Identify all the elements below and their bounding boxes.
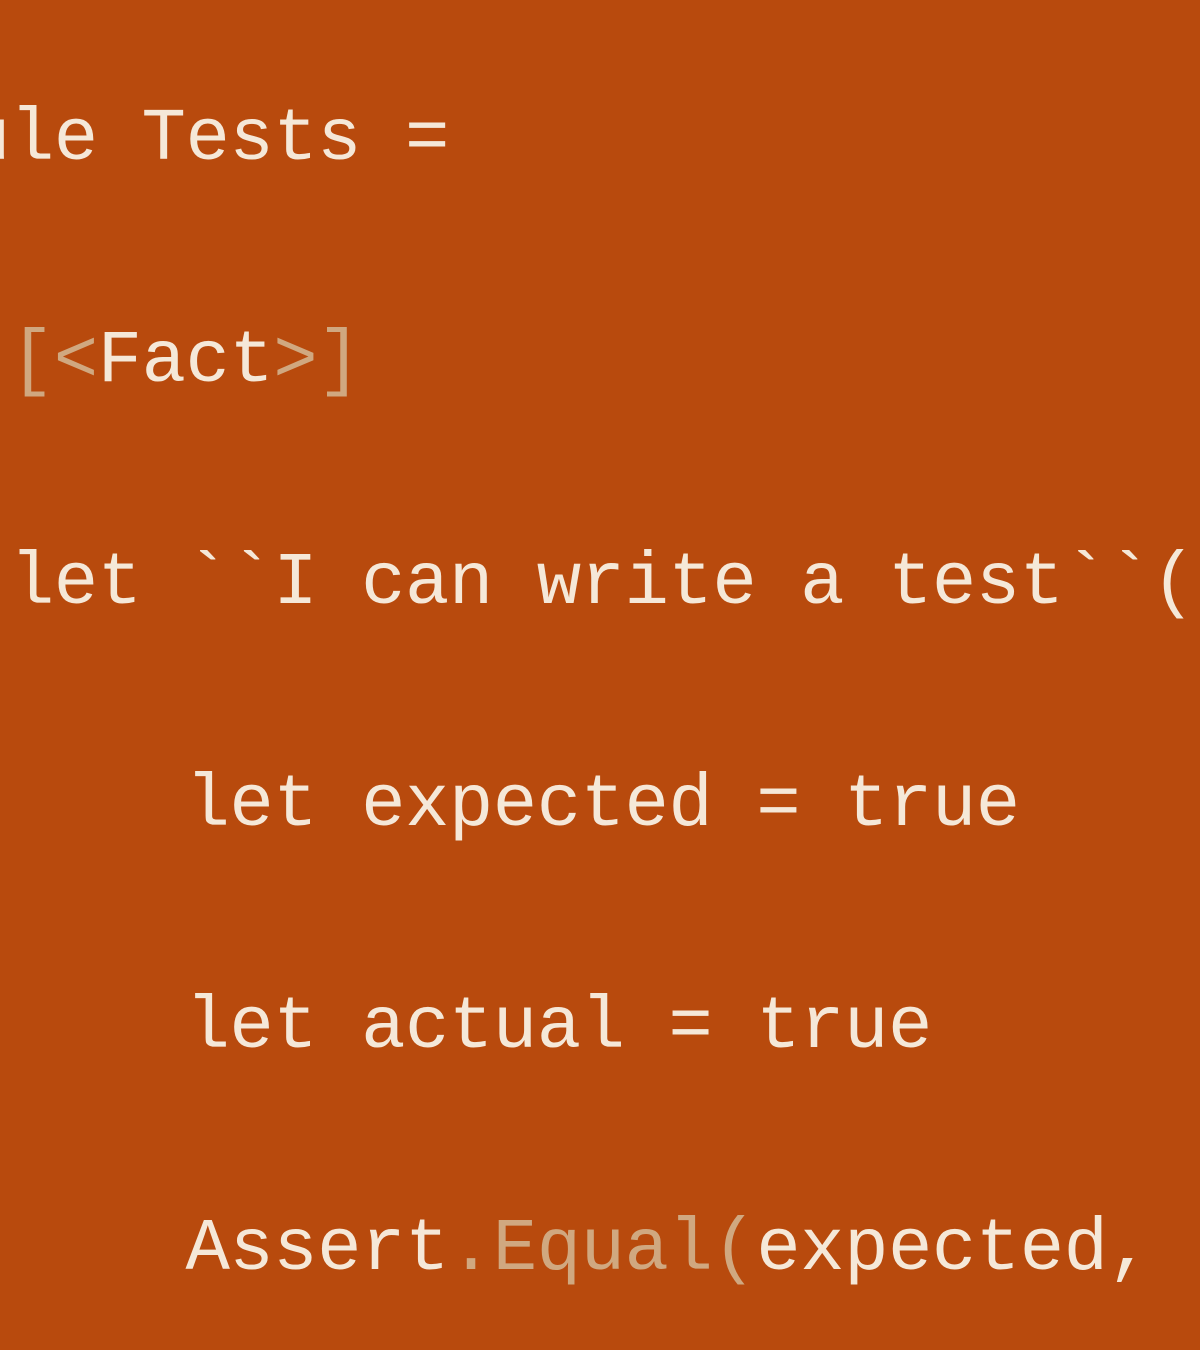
assert-args: expected, [756, 1208, 1151, 1292]
code-line-1: dule Tests = [0, 85, 1195, 196]
code-line-5: let actual = true [0, 973, 1195, 1084]
code-line-6: Assert.Equal(expected, [0, 1195, 1195, 1306]
let-actual: let actual = true [0, 986, 932, 1070]
function-declaration: let ``I can write a test``( [0, 542, 1195, 626]
assert-class: Assert [0, 1208, 449, 1292]
attribute-bracket-close: ] [317, 320, 361, 404]
attribute-lt: < [54, 320, 98, 404]
module-declaration: dule Tests = [0, 98, 449, 182]
equal-method: Equal( [493, 1208, 756, 1292]
code-line-2: [<Fact>] [0, 307, 1195, 418]
code-editor-viewport: dule Tests = [<Fact>] let ``I can write … [0, 0, 1195, 1350]
attribute-bracket-open: [ [0, 320, 54, 404]
dot-operator: . [449, 1208, 493, 1292]
let-expected: let expected = true [0, 764, 1020, 848]
code-line-4: let expected = true [0, 751, 1195, 862]
code-line-3: let ``I can write a test``( [0, 529, 1195, 640]
attribute-gt: > [273, 320, 317, 404]
attribute-name: Fact [98, 320, 274, 404]
